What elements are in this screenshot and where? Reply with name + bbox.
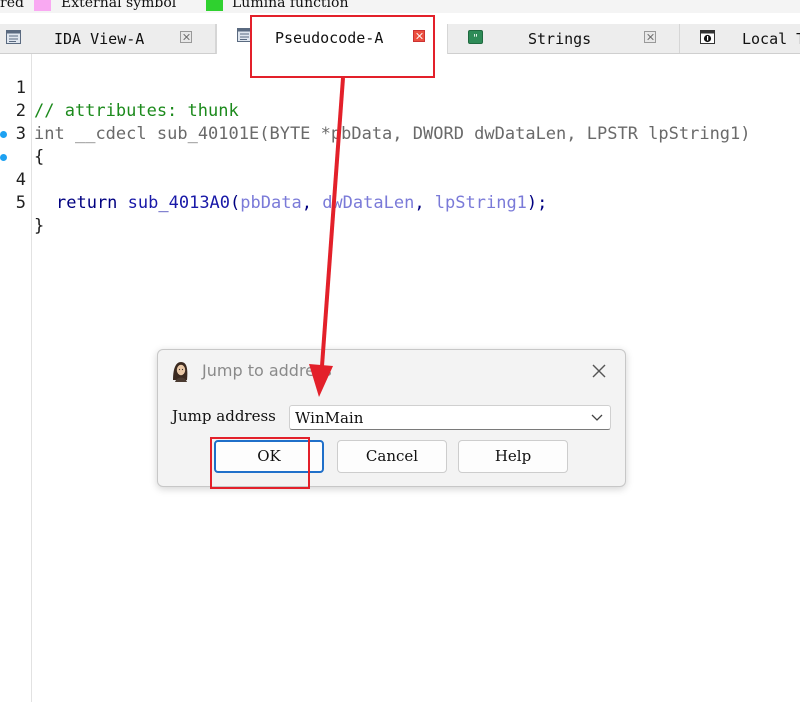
separator: , bbox=[301, 193, 323, 213]
tab-label: Strings bbox=[528, 30, 592, 48]
return-keyword: return bbox=[56, 193, 118, 213]
tab-local-types[interactable]: Local T bbox=[680, 24, 800, 53]
close-paren: ); bbox=[526, 193, 548, 213]
close-icon[interactable] bbox=[180, 31, 192, 43]
tab-label: IDA View-A bbox=[54, 30, 145, 48]
color-legend: red External symbol Lumina function bbox=[0, 0, 800, 13]
close-brace: } bbox=[34, 216, 45, 236]
legend-label-lumina-function: Lumina function bbox=[232, 0, 349, 11]
close-icon[interactable] bbox=[644, 31, 656, 43]
arg-lpstring1[interactable]: lpString1 bbox=[435, 193, 527, 213]
dialog-title: Jump to address bbox=[202, 361, 332, 380]
legend-label-external-symbol: External symbol bbox=[61, 0, 177, 11]
breakpoint-dot bbox=[0, 154, 7, 161]
jump-address-label: Jump address bbox=[172, 407, 276, 425]
code-line[interactable]: 3 { bbox=[0, 100, 800, 167]
called-function[interactable]: sub_4013A0 bbox=[128, 193, 230, 213]
arg-pbdata[interactable]: pbData bbox=[240, 193, 301, 213]
tab-ida-view-a[interactable]: IDA View-A bbox=[0, 24, 216, 53]
lumina-function-swatch bbox=[206, 0, 223, 11]
tab-label: Local T bbox=[742, 30, 800, 48]
svg-text:": " bbox=[473, 33, 478, 44]
code-line[interactable]: 5 } bbox=[0, 146, 800, 236]
arg-dwdatalen[interactable]: dwDataLen bbox=[322, 193, 414, 213]
open-paren: ( bbox=[230, 193, 241, 213]
close-icon[interactable] bbox=[586, 358, 612, 384]
ida-portrait-icon bbox=[169, 360, 191, 382]
local-types-icon bbox=[700, 30, 715, 44]
separator: , bbox=[414, 193, 435, 213]
jump-address-value: WinMain bbox=[295, 409, 364, 427]
jump-address-combobox[interactable]: WinMain bbox=[289, 405, 611, 430]
code-line[interactable]: 4 return sub_4013A0(pbData, dwDataLen, l… bbox=[0, 123, 800, 213]
legend-label-red: red bbox=[0, 0, 24, 11]
external-symbol-swatch bbox=[34, 0, 51, 11]
code-line[interactable]: 2 int __cdecl sub_40101E(BYTE *pbData, D… bbox=[0, 77, 800, 144]
chevron-down-icon[interactable] bbox=[590, 411, 604, 423]
cancel-button[interactable]: Cancel bbox=[337, 440, 447, 473]
tab-strings[interactable]: " Strings bbox=[448, 24, 680, 53]
return-statement: return sub_4013A0(pbData, dwDataLen, lpS… bbox=[56, 192, 547, 215]
strings-icon: " bbox=[468, 30, 483, 44]
help-button[interactable]: Help bbox=[458, 440, 568, 473]
annotation-box-pseudocode-tab bbox=[250, 15, 435, 78]
text-view-icon bbox=[6, 30, 21, 44]
breakpoint-dot bbox=[0, 131, 7, 138]
line-number: 5 bbox=[15, 193, 26, 213]
annotation-box-ok-button bbox=[210, 437, 310, 489]
